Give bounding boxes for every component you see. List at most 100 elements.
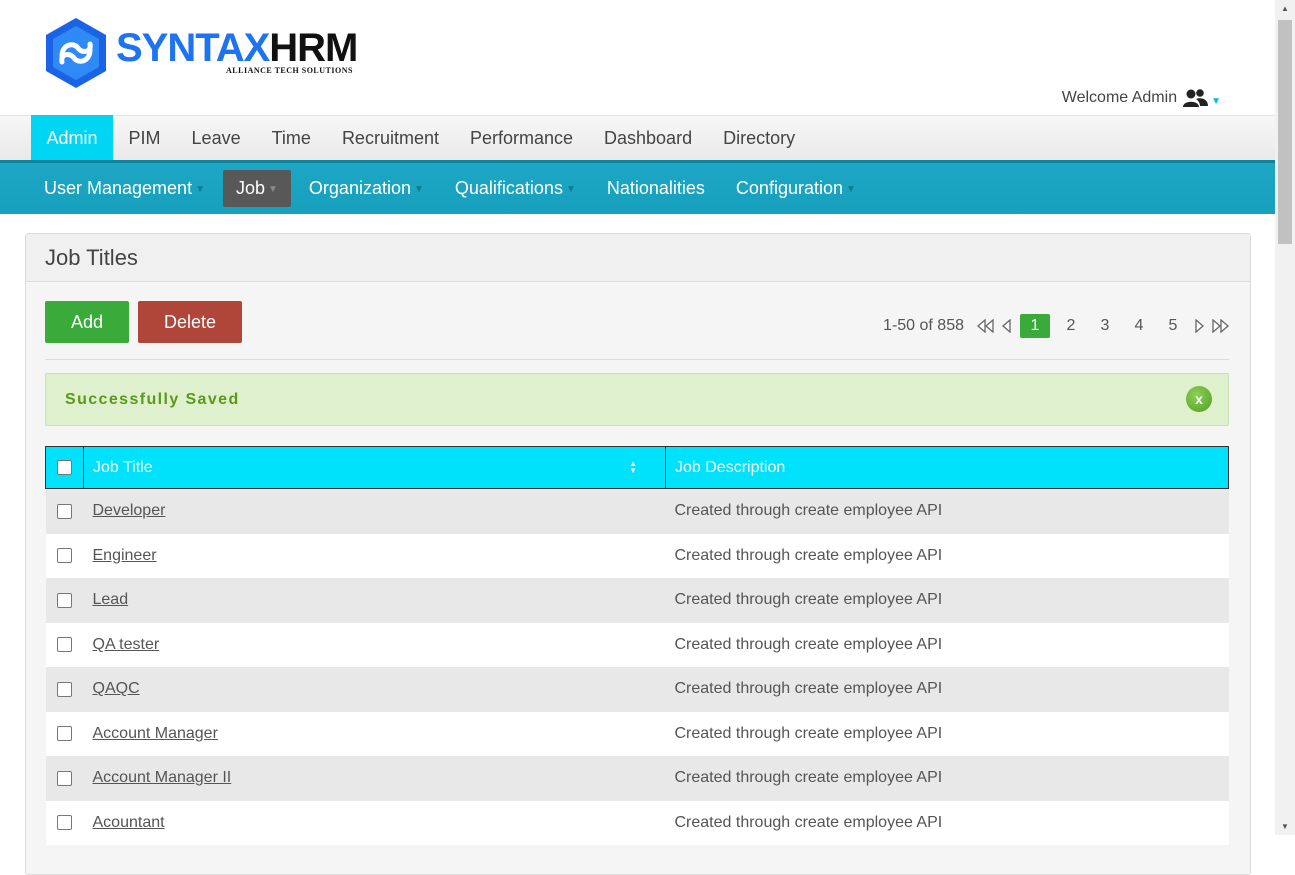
alert-message: Successfully Saved (65, 391, 240, 408)
pagination-summary: 1-50 of 858 (883, 317, 964, 334)
job-title-link[interactable]: Account Manager (93, 725, 218, 742)
submenu-organization-label: Organization (308, 178, 411, 198)
submenu-user-management-label: User Management (44, 178, 193, 198)
job-title-link[interactable]: Lead (93, 591, 129, 608)
job-description-cell: Created through create employee API (665, 756, 1229, 801)
page-1[interactable]: 1 (1020, 314, 1050, 338)
main-menu-performance[interactable]: Performance (454, 115, 588, 163)
logo-brand-part1: SYNTAX (116, 26, 270, 70)
row-checkbox[interactable] (57, 770, 72, 786)
job-description-cell: Created through create employee API (665, 533, 1229, 578)
table-row: QA tester Created through create employe… (45, 622, 1229, 667)
table-row: Developer Created through create employe… (45, 488, 1229, 534)
submenu-configuration[interactable]: Configuration ▼ (723, 170, 869, 207)
welcome-text: Welcome Admin (1061, 89, 1178, 106)
welcome-menu[interactable]: Welcome Admin ▼ (1062, 88, 1221, 108)
main-menu-directory[interactable]: Directory (708, 115, 811, 163)
submenu-qualifications[interactable]: Qualifications ▼ (442, 170, 589, 207)
next-page-icon[interactable] (1190, 317, 1210, 335)
row-checkbox-cell (45, 711, 84, 756)
job-title-link[interactable]: Developer (93, 502, 166, 519)
sort-icon[interactable]: ▲ ▼ (629, 460, 637, 475)
main-menu: Admin PIM Leave Time Recruitment Perform… (0, 115, 1275, 163)
scrollbar-thumb[interactable] (1278, 20, 1292, 244)
logo-hexagon-icon (46, 18, 106, 88)
main-menu-time[interactable]: Time (256, 115, 326, 163)
page-5[interactable]: 5 (1156, 317, 1190, 335)
submenu-job[interactable]: Job ▼ (222, 170, 291, 207)
page-title: Job Titles (45, 245, 138, 270)
submenu-user-management[interactable]: User Management ▼ (31, 170, 218, 207)
row-checkbox-cell (45, 800, 84, 845)
submenu-organization[interactable]: Organization ▼ (296, 170, 437, 207)
column-header-job-description: Job Description (665, 446, 1229, 489)
add-button[interactable]: Add (45, 301, 129, 343)
job-title-link[interactable]: Account Manager II (93, 769, 232, 786)
job-titles-panel: Job Titles Add Delete 1-50 of 858 1 2 3 … (25, 233, 1251, 875)
job-title-link[interactable]: Acountant (93, 814, 165, 831)
row-checkbox[interactable] (57, 637, 72, 653)
logo-text: SYNTAXHRM (116, 26, 358, 70)
main-menu-dashboard[interactable]: Dashboard (589, 115, 708, 163)
column-header-job-title-label: Job Title (93, 458, 153, 476)
users-icon (1183, 89, 1209, 107)
job-titles-table: Job Title ▲ ▼ Job Description Developer C… (45, 446, 1229, 845)
row-checkbox[interactable] (57, 681, 72, 697)
previous-page-icon[interactable] (996, 317, 1016, 335)
submenu-qualifications-label: Qualifications (454, 178, 563, 198)
select-all-cell (45, 446, 84, 489)
success-alert: Successfully Saved x (45, 373, 1229, 426)
table-row: QAQC Created through create employee API (45, 667, 1229, 712)
chevron-down-icon: ▼ (1211, 95, 1221, 107)
first-page-icon[interactable] (976, 317, 996, 335)
header: SYNTAXHRM ALLIANCE TECH SOLUTIONS Welcom… (0, 0, 1275, 115)
main-menu-leave[interactable]: Leave (176, 115, 256, 163)
chevron-down-icon: ▼ (413, 184, 424, 195)
row-checkbox-cell (45, 533, 84, 578)
submenu-nationalities[interactable]: Nationalities (594, 170, 718, 207)
last-page-icon[interactable] (1210, 317, 1230, 335)
job-title-link[interactable]: QAQC (93, 680, 140, 697)
row-checkbox[interactable] (57, 503, 72, 519)
row-checkbox-cell (45, 578, 84, 623)
row-checkbox[interactable] (57, 592, 72, 608)
column-header-job-title[interactable]: Job Title ▲ ▼ (83, 446, 666, 489)
row-checkbox[interactable] (57, 815, 72, 831)
scroll-up-icon[interactable]: ▲ (1281, 4, 1289, 13)
sub-menu: User Management ▼ Job ▼ Organization ▼ Q… (0, 160, 1275, 214)
table-header-row: Job Title ▲ ▼ Job Description (45, 446, 1229, 489)
submenu-nationalities-label: Nationalities (606, 178, 705, 198)
page-3[interactable]: 3 (1088, 317, 1122, 335)
logo-brand-part2: HRM (269, 26, 358, 70)
job-title-link[interactable]: QA tester (93, 636, 160, 653)
select-all-checkbox[interactable] (57, 459, 72, 475)
job-title-cell: Developer (83, 488, 666, 534)
row-checkbox[interactable] (57, 726, 72, 742)
pagination: 1-50 of 858 1 2 3 4 5 (883, 314, 1230, 338)
submenu-job-label: Job (235, 178, 266, 198)
main-menu-recruitment[interactable]: Recruitment (326, 115, 454, 163)
row-checkbox-cell (45, 667, 84, 712)
page-2[interactable]: 2 (1054, 317, 1088, 335)
main-menu-admin[interactable]: Admin (31, 115, 114, 163)
job-title-cell: Lead (83, 578, 666, 623)
job-description-cell: Created through create employee API (665, 711, 1229, 756)
table-row: Engineer Created through create employee… (45, 533, 1229, 578)
scroll-down-icon[interactable]: ▼ (1281, 822, 1289, 831)
table-row: Acountant Created through create employe… (45, 800, 1229, 845)
row-checkbox[interactable] (57, 548, 72, 564)
chevron-down-icon: ▼ (268, 184, 278, 195)
close-alert-button[interactable]: x (1186, 386, 1212, 412)
main-menu-pim[interactable]: PIM (113, 115, 176, 163)
job-title-cell: Acountant (83, 800, 666, 845)
job-description-cell: Created through create employee API (665, 800, 1229, 845)
job-title-cell: QA tester (83, 622, 666, 667)
chevron-down-icon: ▼ (195, 184, 205, 195)
delete-button[interactable]: Delete (138, 301, 242, 343)
table-row: Account Manager II Created through creat… (45, 756, 1229, 801)
vertical-scrollbar[interactable]: ▲ ▼ (1275, 0, 1295, 835)
logo[interactable]: SYNTAXHRM ALLIANCE TECH SOLUTIONS (44, 16, 374, 90)
job-title-link[interactable]: Engineer (93, 547, 157, 564)
page-4[interactable]: 4 (1122, 317, 1156, 335)
job-title-cell: Account Manager (83, 711, 666, 756)
